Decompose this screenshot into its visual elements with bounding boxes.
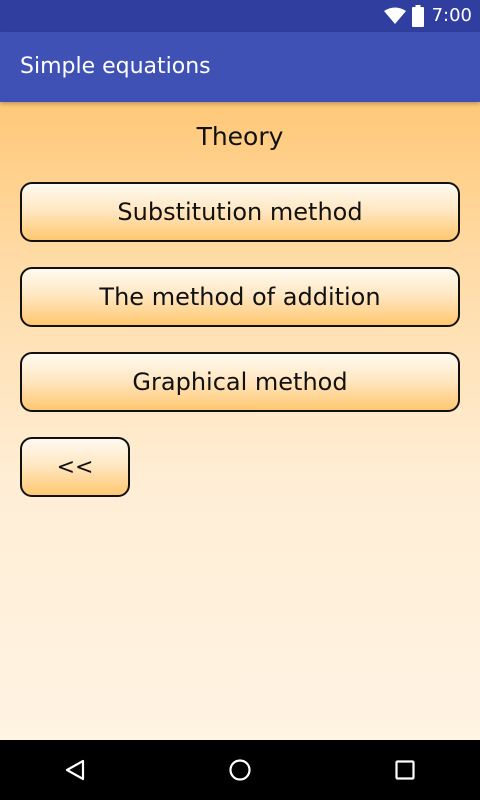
- status-time: 7:00: [431, 5, 472, 26]
- back-triangle-icon: [65, 759, 85, 781]
- status-icons: 7:00: [383, 0, 472, 32]
- nav-recents-button[interactable]: [365, 740, 445, 800]
- method-of-addition-label: The method of addition: [99, 283, 381, 311]
- wifi-icon: [383, 7, 406, 24]
- back-button[interactable]: <<: [20, 437, 130, 497]
- graphical-method-label: Graphical method: [132, 368, 348, 396]
- status-bar: 7:00: [0, 0, 480, 32]
- substitution-method-label: Substitution method: [117, 198, 363, 226]
- theory-heading: Theory: [196, 122, 284, 151]
- app-title: Simple equations: [20, 54, 211, 79]
- method-of-addition-button[interactable]: The method of addition: [20, 267, 460, 327]
- main-content: Theory Substitution method The method of…: [0, 102, 480, 740]
- recents-square-icon: [395, 760, 415, 780]
- nav-back-button[interactable]: [35, 740, 115, 800]
- app-bar: Simple equations: [0, 32, 480, 102]
- navigation-bar: [0, 740, 480, 800]
- back-button-label: <<: [56, 454, 94, 480]
- nav-home-button[interactable]: [200, 740, 280, 800]
- home-circle-icon: [229, 759, 251, 781]
- substitution-method-button[interactable]: Substitution method: [20, 182, 460, 242]
- graphical-method-button[interactable]: Graphical method: [20, 352, 460, 412]
- battery-icon: [411, 5, 424, 27]
